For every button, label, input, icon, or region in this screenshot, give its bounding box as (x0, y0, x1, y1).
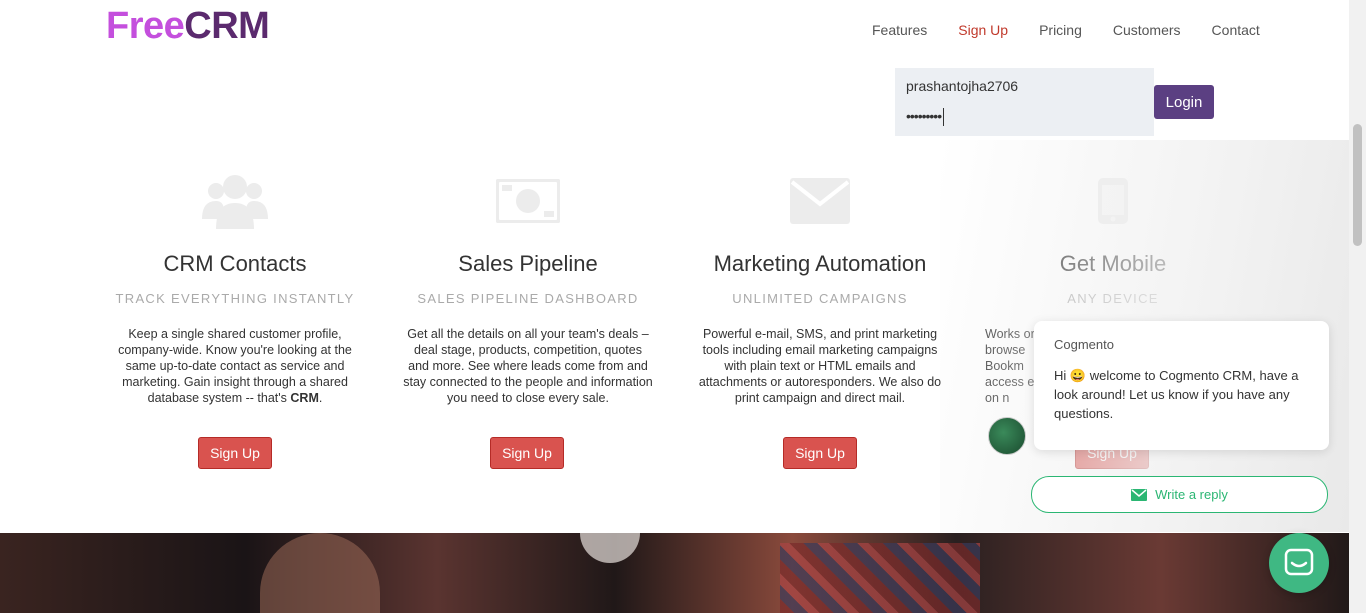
logo-free: Free (106, 5, 185, 47)
password-input[interactable]: ••••••••• (906, 108, 944, 126)
scrollbar[interactable] (1349, 0, 1366, 613)
top-nav: Features Sign Up Pricing Customers Conta… (872, 22, 1260, 38)
envelope-small-icon (1131, 488, 1148, 501)
feature-subtitle: ANY DEVICE (1067, 291, 1159, 306)
login-form: prashantojha2706 ••••••••• (895, 68, 1154, 136)
feature-title: Get Mobile (1059, 251, 1167, 276)
nav-features[interactable]: Features (872, 22, 927, 38)
chat-message-card[interactable]: Cogmento Hi 😀 welcome to Cogmento CRM, h… (1034, 321, 1329, 450)
feature-description: Get all the details on all your team's d… (403, 327, 653, 405)
feature-description: Works or browse Bookm access e on n (985, 327, 1035, 405)
nav-contact[interactable]: Contact (1212, 22, 1260, 38)
logo[interactable]: FreeCRM (106, 4, 270, 48)
mobile-icon (968, 165, 1258, 237)
signup-button-marketing-automation[interactable]: Sign Up (783, 437, 857, 469)
chat-avatar (988, 417, 1026, 455)
write-reply-button[interactable]: Write a reply (1031, 476, 1328, 513)
scrollbar-thumb[interactable] (1353, 124, 1362, 246)
hero-photo (0, 533, 1366, 613)
chat-launcher-button[interactable] (1269, 533, 1329, 593)
feature-subtitle: TRACK EVERYTHING INSTANTLY (115, 291, 355, 306)
nav-signup[interactable]: Sign Up (958, 22, 1008, 38)
feature-title: CRM Contacts (163, 251, 307, 276)
chat-message: Hi 😀 welcome to Cogmento CRM, have a loo… (1054, 368, 1299, 421)
feature-subtitle: UNLIMITED CAMPAIGNS (732, 291, 908, 306)
feature-subtitle: SALES PIPELINE DASHBOARD (417, 291, 639, 306)
feature-marketing-automation: Marketing Automation UNLIMITED CAMPAIGNS… (675, 165, 965, 406)
username-input[interactable]: prashantojha2706 (906, 78, 1018, 94)
envelope-icon (675, 165, 965, 237)
feature-sales-pipeline: Sales Pipeline SALES PIPELINE DASHBOARD … (383, 165, 673, 406)
users-icon (90, 165, 380, 237)
chat-bubble-icon (1284, 548, 1314, 576)
feature-description: Keep a single shared customer profile, c… (118, 327, 352, 405)
nav-customers[interactable]: Customers (1113, 22, 1181, 38)
crm-bold: CRM (290, 391, 319, 405)
chat-sender: Cogmento (1054, 337, 1114, 352)
feature-title: Marketing Automation (713, 251, 927, 276)
feature-crm-contacts: CRM Contacts TRACK EVERYTHING INSTANTLY … (90, 165, 380, 406)
login-button[interactable]: Login (1154, 85, 1214, 119)
signup-button-crm-contacts[interactable]: Sign Up (198, 437, 272, 469)
logo-crm: CRM (184, 5, 270, 47)
write-reply-label: Write a reply (1155, 487, 1228, 502)
smile-emoji-icon: 😀 (1069, 368, 1087, 383)
feature-title: Sales Pipeline (458, 251, 598, 276)
signup-button-sales-pipeline[interactable]: Sign Up (490, 437, 564, 469)
nav-pricing[interactable]: Pricing (1039, 22, 1082, 38)
money-icon (383, 165, 673, 237)
feature-description: Powerful e-mail, SMS, and print marketin… (698, 327, 942, 405)
